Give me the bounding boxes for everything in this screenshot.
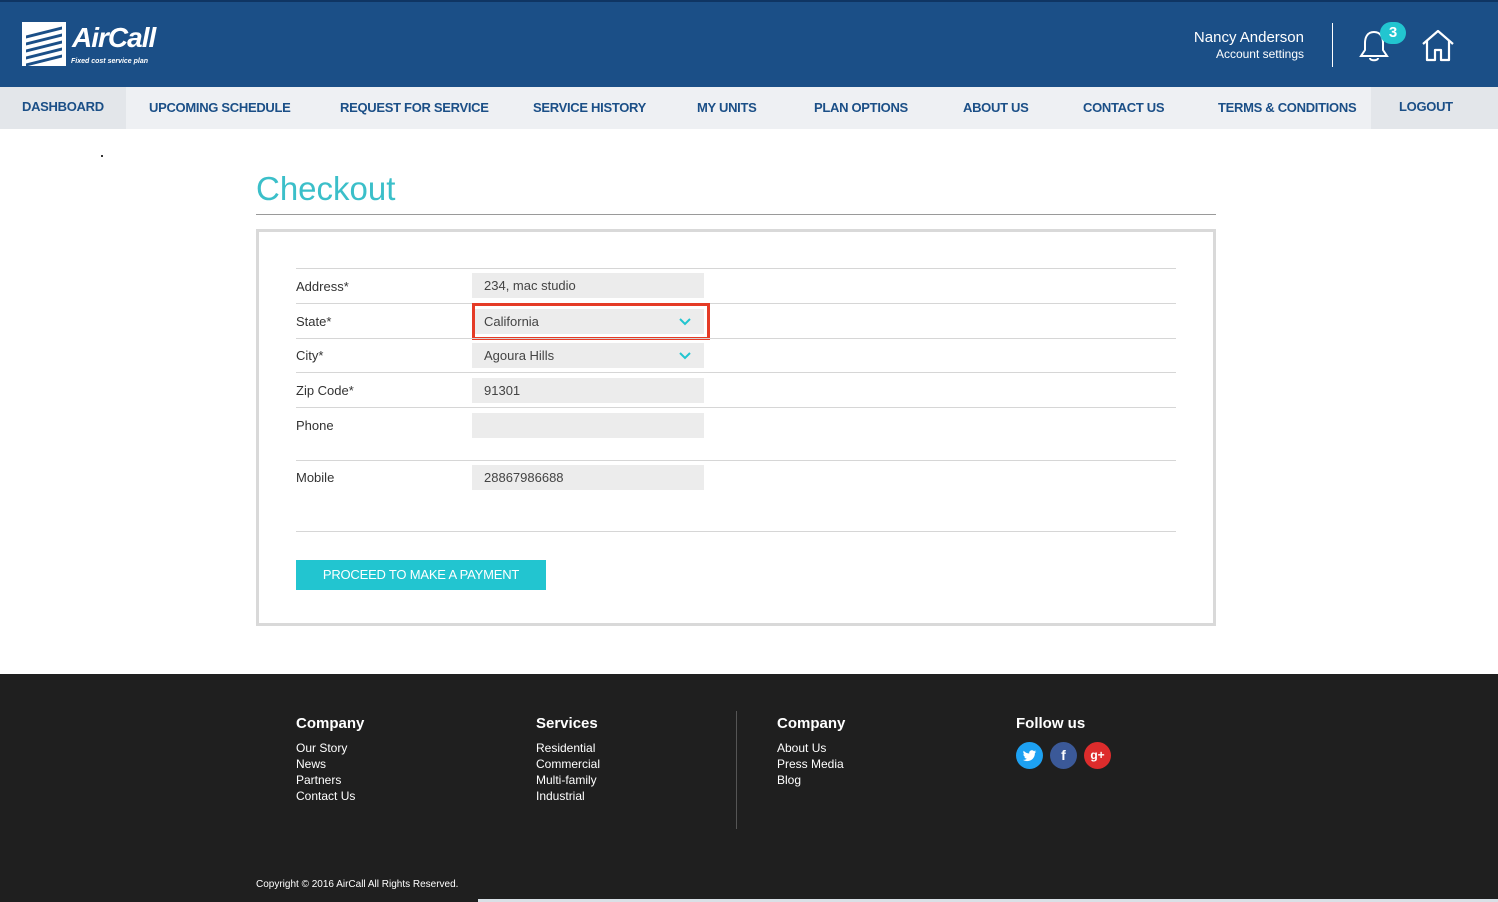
- proceed-to-payment-button[interactable]: PROCEED TO MAKE A PAYMENT: [296, 560, 546, 590]
- home-icon[interactable]: [1420, 27, 1456, 63]
- footer-follow-heading: Follow us: [1016, 715, 1086, 732]
- aircall-logo[interactable]: AirCall Fixed cost service plan: [22, 22, 156, 70]
- chevron-down-icon: [679, 352, 691, 360]
- address-input[interactable]: [472, 273, 704, 298]
- form-bottom-divider: [296, 531, 1176, 532]
- title-divider: [256, 214, 1216, 215]
- nav-request-for-service[interactable]: REQUEST FOR SERVICE: [340, 87, 489, 129]
- nav-contact-us[interactable]: CONTACT US: [1083, 87, 1165, 129]
- footer-link-our-story[interactable]: Our Story: [296, 741, 347, 755]
- nav-plan-options[interactable]: PLAN OPTIONS: [814, 87, 908, 129]
- city-select-value: Agoura Hills: [484, 348, 555, 363]
- footer-divider: [736, 711, 737, 829]
- copyright-text: Copyright © 2016 AirCall All Rights Rese…: [256, 879, 459, 890]
- row-divider: [296, 460, 1176, 461]
- footer-link-commercial[interactable]: Commercial: [536, 757, 600, 771]
- footer-link-industrial[interactable]: Industrial: [536, 789, 585, 803]
- nav-my-units[interactable]: MY UNITS: [697, 87, 757, 129]
- zip-input[interactable]: [472, 378, 704, 403]
- city-select[interactable]: Agoura Hills: [472, 343, 704, 368]
- facebook-icon[interactable]: f: [1050, 742, 1077, 769]
- footer-link-blog[interactable]: Blog: [777, 773, 801, 787]
- footer-company-heading: Company: [296, 715, 365, 732]
- page-title: Checkout: [256, 170, 396, 207]
- state-highlight-box: [472, 303, 710, 340]
- logo-mark-icon: [22, 22, 66, 66]
- city-label: City*: [296, 348, 324, 363]
- row-divider: [296, 303, 1176, 304]
- nav-dashboard[interactable]: DASHBOARD: [0, 87, 126, 129]
- nav-about-us[interactable]: ABOUT US: [963, 87, 1029, 129]
- row-divider: [296, 407, 1176, 408]
- zip-label: Zip Code*: [296, 383, 354, 398]
- stray-dot: [101, 155, 103, 157]
- footer-company2-heading: Company: [777, 715, 846, 732]
- address-label: Address*: [296, 279, 349, 294]
- mobile-label: Mobile: [296, 470, 335, 485]
- footer-link-news[interactable]: News: [296, 757, 326, 771]
- row-divider: [296, 268, 1176, 269]
- nav-logout[interactable]: LOGOUT: [1371, 87, 1498, 129]
- nav-terms-conditions[interactable]: TERMS & CONDITIONS: [1218, 87, 1357, 129]
- footer-link-about-us[interactable]: About Us: [777, 741, 826, 755]
- footer-link-partners[interactable]: Partners: [296, 773, 341, 787]
- logo-wordmark: AirCall: [72, 22, 156, 53]
- top-header: AirCall Fixed cost service plan Nancy An…: [0, 0, 1498, 87]
- account-settings-link[interactable]: Account settings: [1216, 47, 1304, 61]
- nav-service-history[interactable]: SERVICE HISTORY: [533, 87, 646, 129]
- logo-tagline: Fixed cost service plan: [71, 58, 149, 65]
- user-name[interactable]: Nancy Anderson: [1194, 29, 1304, 46]
- footer-link-press-media[interactable]: Press Media: [777, 757, 844, 771]
- mobile-input[interactable]: [472, 465, 704, 490]
- twitter-icon[interactable]: [1016, 742, 1043, 769]
- main-nav: DASHBOARD UPCOMING SCHEDULE REQUEST FOR …: [0, 87, 1498, 129]
- phone-input[interactable]: [472, 413, 704, 438]
- footer-link-contact-us[interactable]: Contact Us: [296, 789, 355, 803]
- phone-label: Phone: [296, 418, 334, 433]
- footer-link-residential[interactable]: Residential: [536, 741, 595, 755]
- state-label: State*: [296, 314, 332, 329]
- google-plus-icon[interactable]: g+: [1084, 742, 1111, 769]
- site-footer: [0, 674, 1498, 902]
- notification-count-badge[interactable]: 3: [1380, 22, 1406, 44]
- row-divider: [296, 338, 1176, 339]
- nav-upcoming-schedule[interactable]: UPCOMING SCHEDULE: [149, 87, 291, 129]
- row-divider: [296, 372, 1176, 373]
- header-divider: [1332, 23, 1333, 67]
- footer-services-heading: Services: [536, 715, 598, 732]
- footer-link-multi-family[interactable]: Multi-family: [536, 773, 597, 787]
